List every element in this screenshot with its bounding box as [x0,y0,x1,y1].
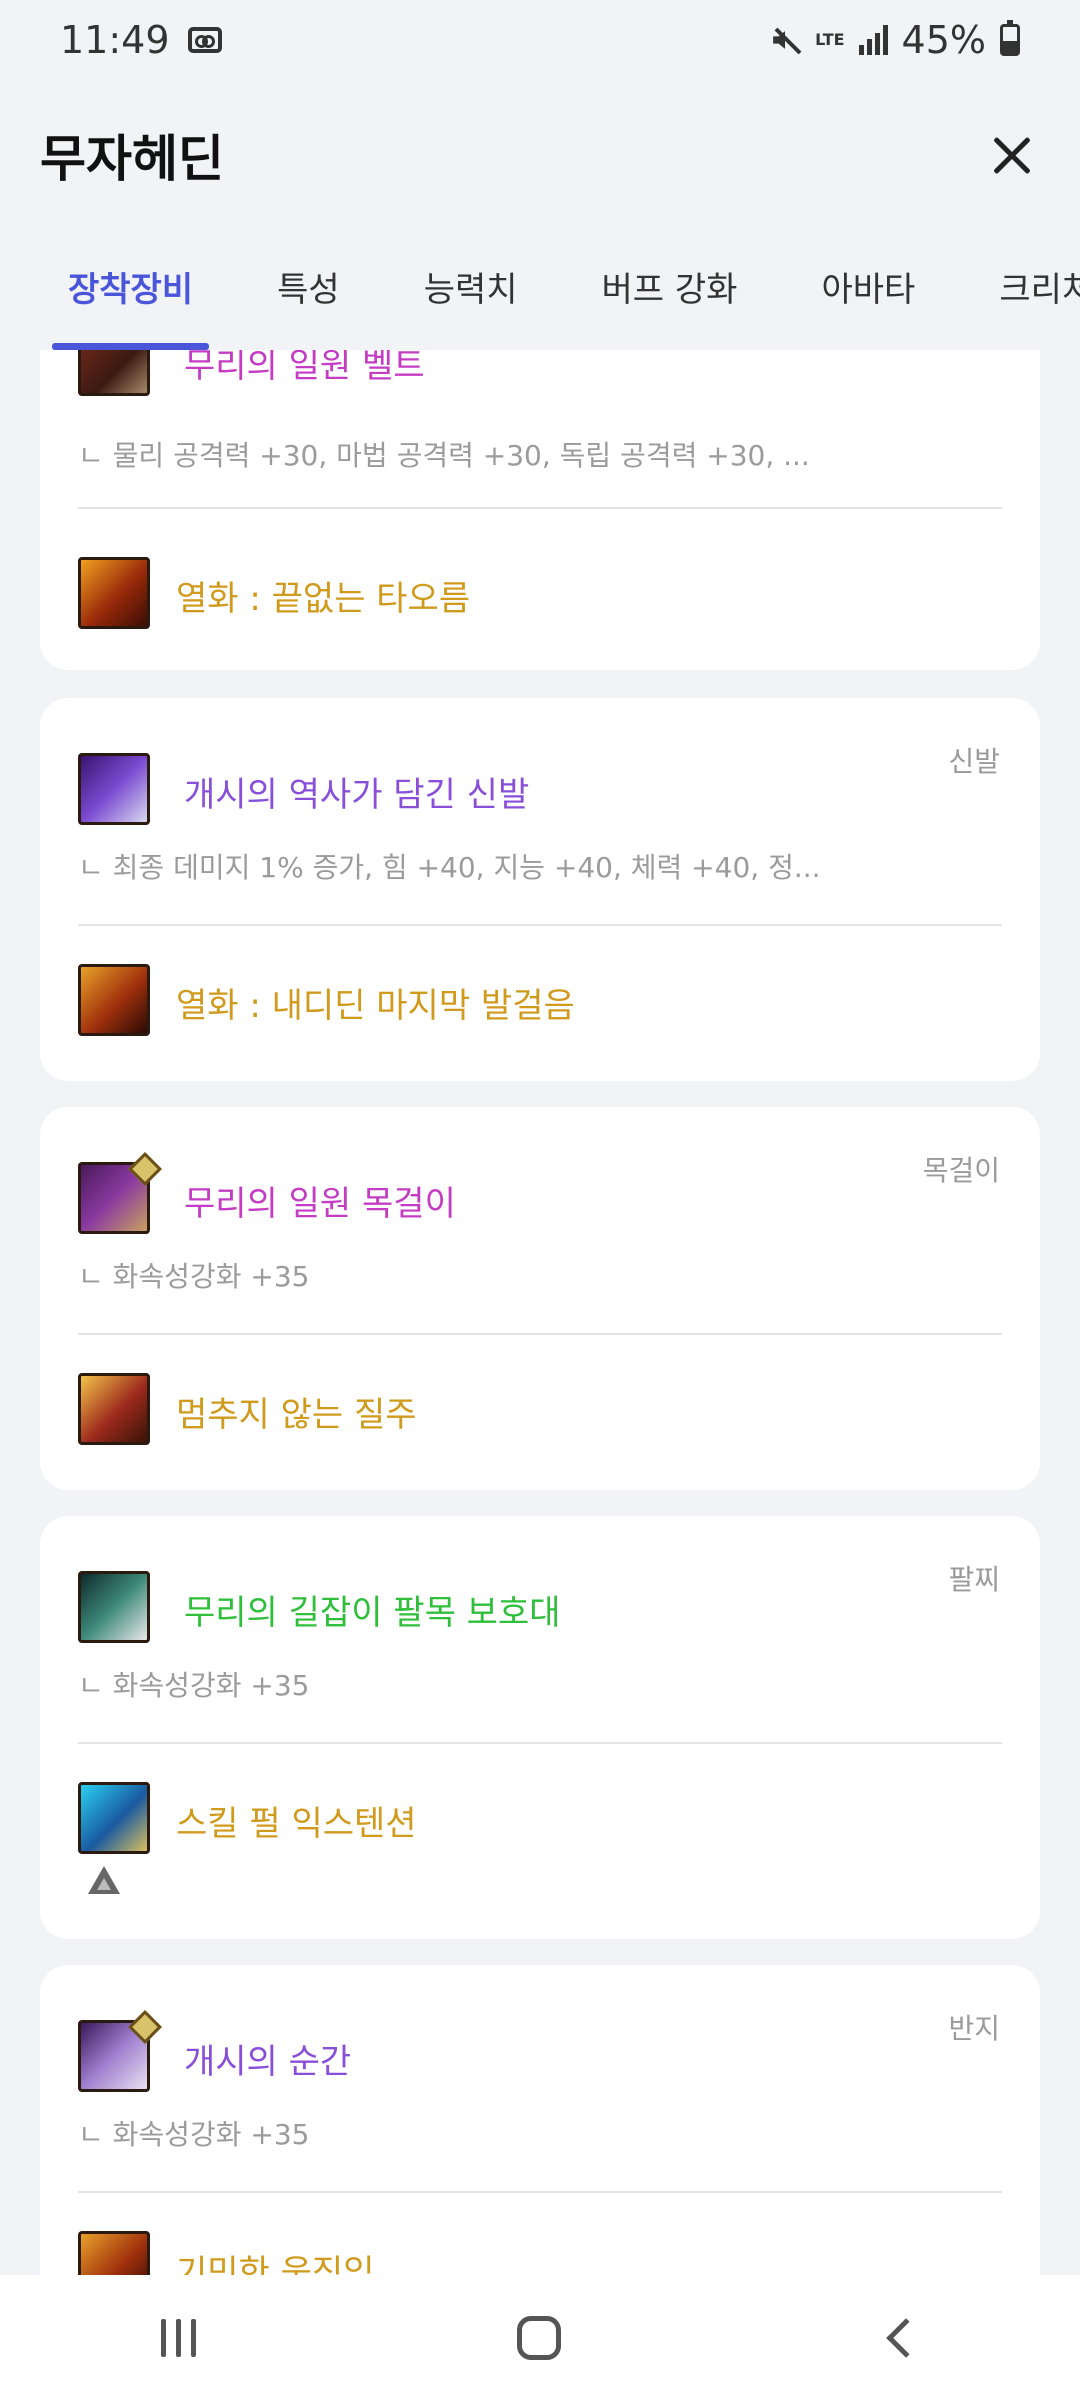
equipment-card-necklace[interactable]: 목걸이 무리의 일원 목걸이 ㄴ 화속성강화 +35 멈추지 않는 질주 [40,1107,1040,1490]
mute-icon [771,25,801,55]
battery-icon [1000,20,1020,56]
item-name: 무리의 일원 벨트 [184,350,425,386]
bracelet-icon [78,1571,150,1643]
voicemail-icon [187,27,222,53]
emblem-icon [78,1373,150,1445]
equipment-card-shoes[interactable]: 신발 개시의 역사가 담긴 신발 ㄴ 최종 데미지 1% 증가, 힘 +40, … [40,698,1040,1081]
divider [78,1742,1002,1744]
item-name: 무리의 길잡이 팔목 보호대 [184,1593,561,1633]
divider [78,1333,1002,1335]
tab-equipment[interactable]: 장착장비 [51,240,210,350]
item-options: ㄴ 최종 데미지 1% 증가, 힘 +40, 지능 +40, 체력 +40, 정… [78,851,821,884]
equipment-card-ring[interactable]: 반지 개시의 순간 ㄴ 화속성강화 +35 기민한 움직임 [40,1965,1040,2275]
system-nav-bar [0,2275,1080,2400]
sub-item-name: 스킬 펄 익스텐션 [176,1804,417,1844]
emblem-icon [78,2231,150,2275]
item-name: 개시의 순간 [184,2042,352,2082]
item-row: 무리의 길잡이 팔목 보호대 [78,1571,1002,1643]
item-row: 무리의 일원 목걸이 [78,1152,1002,1234]
tab-creature[interactable]: 크리처 [999,240,1080,350]
recent-apps-icon[interactable] [160,2318,196,2357]
signal-icon [858,25,888,55]
network-type: LTE [815,30,845,49]
item-options: ㄴ 화속성강화 +35 [78,1260,310,1293]
page-title: 무자헤딘 [40,130,224,188]
status-time: 11:49 [60,18,170,62]
tab-avatar[interactable]: 아바타 [821,240,915,350]
divider [78,507,1002,509]
sub-item-name: 열화 : 내디딘 마지막 발걸음 [176,986,575,1026]
header: 무자헤딘 [0,110,1080,200]
emblem-icon [78,1782,150,1854]
equipment-card-belt[interactable]: 벨트 무리의 일원 벨트 ㄴ 물리 공격력 +30, 마법 공격력 +30, 독… [40,350,1040,670]
belt-icon [78,350,150,396]
emblem-icon [78,964,150,1036]
necklace-icon [78,1152,162,1234]
item-row: 개시의 역사가 담긴 신발 [78,753,1002,825]
item-name: 무리의 일원 목걸이 [184,1184,456,1224]
tab-stats[interactable]: 능력치 [424,240,518,350]
back-icon[interactable] [885,2317,926,2358]
shoes-icon [78,753,150,825]
divider [78,2191,1002,2193]
tab-bar: 장착장비 특성 능력치 버프 강화 아바타 크리처 [0,240,1080,350]
sub-item-name: 열화 : 끝없는 타오름 [176,579,471,619]
triangle-icon [88,1866,120,1894]
item-row: 개시의 순간 [78,2010,1002,2092]
divider [78,924,1002,926]
ring-icon [78,2010,162,2092]
item-name: 개시의 역사가 담긴 신발 [184,775,530,815]
equipment-list[interactable]: 벨트 무리의 일원 벨트 ㄴ 물리 공격력 +30, 마법 공격력 +30, 독… [0,350,1080,2275]
emblem-icon [78,557,150,629]
equipment-card-bracelet[interactable]: 팔찌 무리의 길잡이 팔목 보호대 ㄴ 화속성강화 +35 스킬 펄 익스텐션 [40,1516,1040,1939]
item-options: ㄴ 물리 공격력 +30, 마법 공격력 +30, 독립 공격력 +30, ..… [78,439,810,472]
battery-percent: 45% [901,18,986,62]
item-options: ㄴ 화속성강화 +35 [78,1669,310,1702]
status-bar: 11:49 LTE 45% [0,0,1080,80]
close-icon[interactable] [984,127,1040,183]
tab-buff-enhance[interactable]: 버프 강화 [602,240,738,350]
item-row: 무리의 일원 벨트 [78,350,1002,396]
item-options: ㄴ 화속성강화 +35 [78,2118,310,2151]
home-icon[interactable] [516,2315,561,2360]
tab-traits[interactable]: 특성 [277,240,340,350]
sub-item-name: 기민한 움직임 [176,2253,375,2275]
sub-item-name: 멈추지 않는 질주 [176,1395,417,1435]
